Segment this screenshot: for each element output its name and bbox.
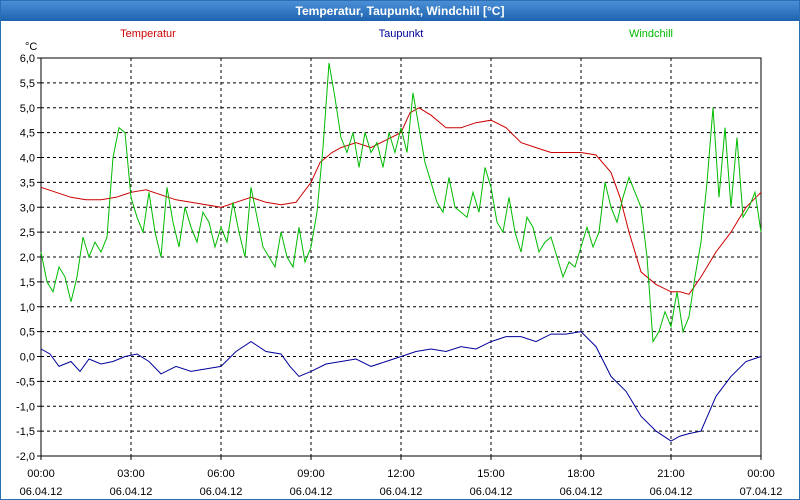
y-tick-label: 0,5 [20,327,35,339]
x-tick-date-label: 06.04.12 [200,486,243,498]
y-tick-label: 3,5 [20,177,35,189]
series-line-temperatur [40,107,762,295]
y-tick-label: 2,5 [20,227,35,239]
y-tick-label: 3,0 [20,202,35,214]
x-tick-time-label: 00:00 [27,468,55,480]
legend-entry-windchill: Windchill [629,28,673,40]
x-tick-date-label: 06.04.12 [290,486,333,498]
legend-entry-taupunkt: Taupunkt [379,28,424,40]
x-tick-date-label: 06.04.12 [560,486,603,498]
x-tick-time-label: 12:00 [387,468,415,480]
y-tick-label: 5,5 [20,78,35,90]
y-tick-label: 5,0 [20,103,35,115]
y-tick-label: 1,0 [20,302,35,314]
x-tick-time-label: 09:00 [297,468,325,480]
y-tick-label: -1,5 [16,426,35,438]
x-tick-time-label: 18:00 [567,468,595,480]
x-tick-date-label: 06.04.12 [470,486,513,498]
y-tick-label: 1,5 [20,277,35,289]
x-tick-date-label: 06.04.12 [650,486,693,498]
x-tick-date-label: 06.04.12 [110,486,153,498]
y-unit-label: °C [25,41,37,53]
chart-title: Temperatur, Taupunkt, Windchill [°C] [1,1,799,21]
y-tick-label: -0,5 [16,376,35,388]
x-tick-date-label: 06.04.12 [380,486,423,498]
x-tick-date-label: 07.04.12 [740,486,783,498]
legend-entry-temperatur: Temperatur [120,28,176,40]
y-tick-label: 6,0 [20,53,35,65]
chart-window: Temperatur, Taupunkt, Windchill [°C] °C 6… [0,0,800,500]
y-tick-label: 2,0 [20,252,35,264]
y-tick-label: 4,0 [20,153,35,165]
x-tick-time-label: 15:00 [477,468,505,480]
x-tick-time-label: 06:00 [207,468,235,480]
y-tick-label: -1,0 [16,401,35,413]
x-tick-time-label: 21:00 [657,468,685,480]
y-tick-label: -2,0 [16,451,35,463]
y-tick-label: 4,5 [20,128,35,140]
x-tick-date-label: 06.04.12 [20,486,63,498]
y-tick-label: 0,0 [20,352,35,364]
x-tick-time-label: 00:00 [747,468,775,480]
x-tick-time-label: 03:00 [117,468,145,480]
line-chart: °C6,0 5,5 5,0 4,5 4,0 3,5 3,0 2,5 2,0 1,5 1,0 0,5 0,… [16,28,783,498]
